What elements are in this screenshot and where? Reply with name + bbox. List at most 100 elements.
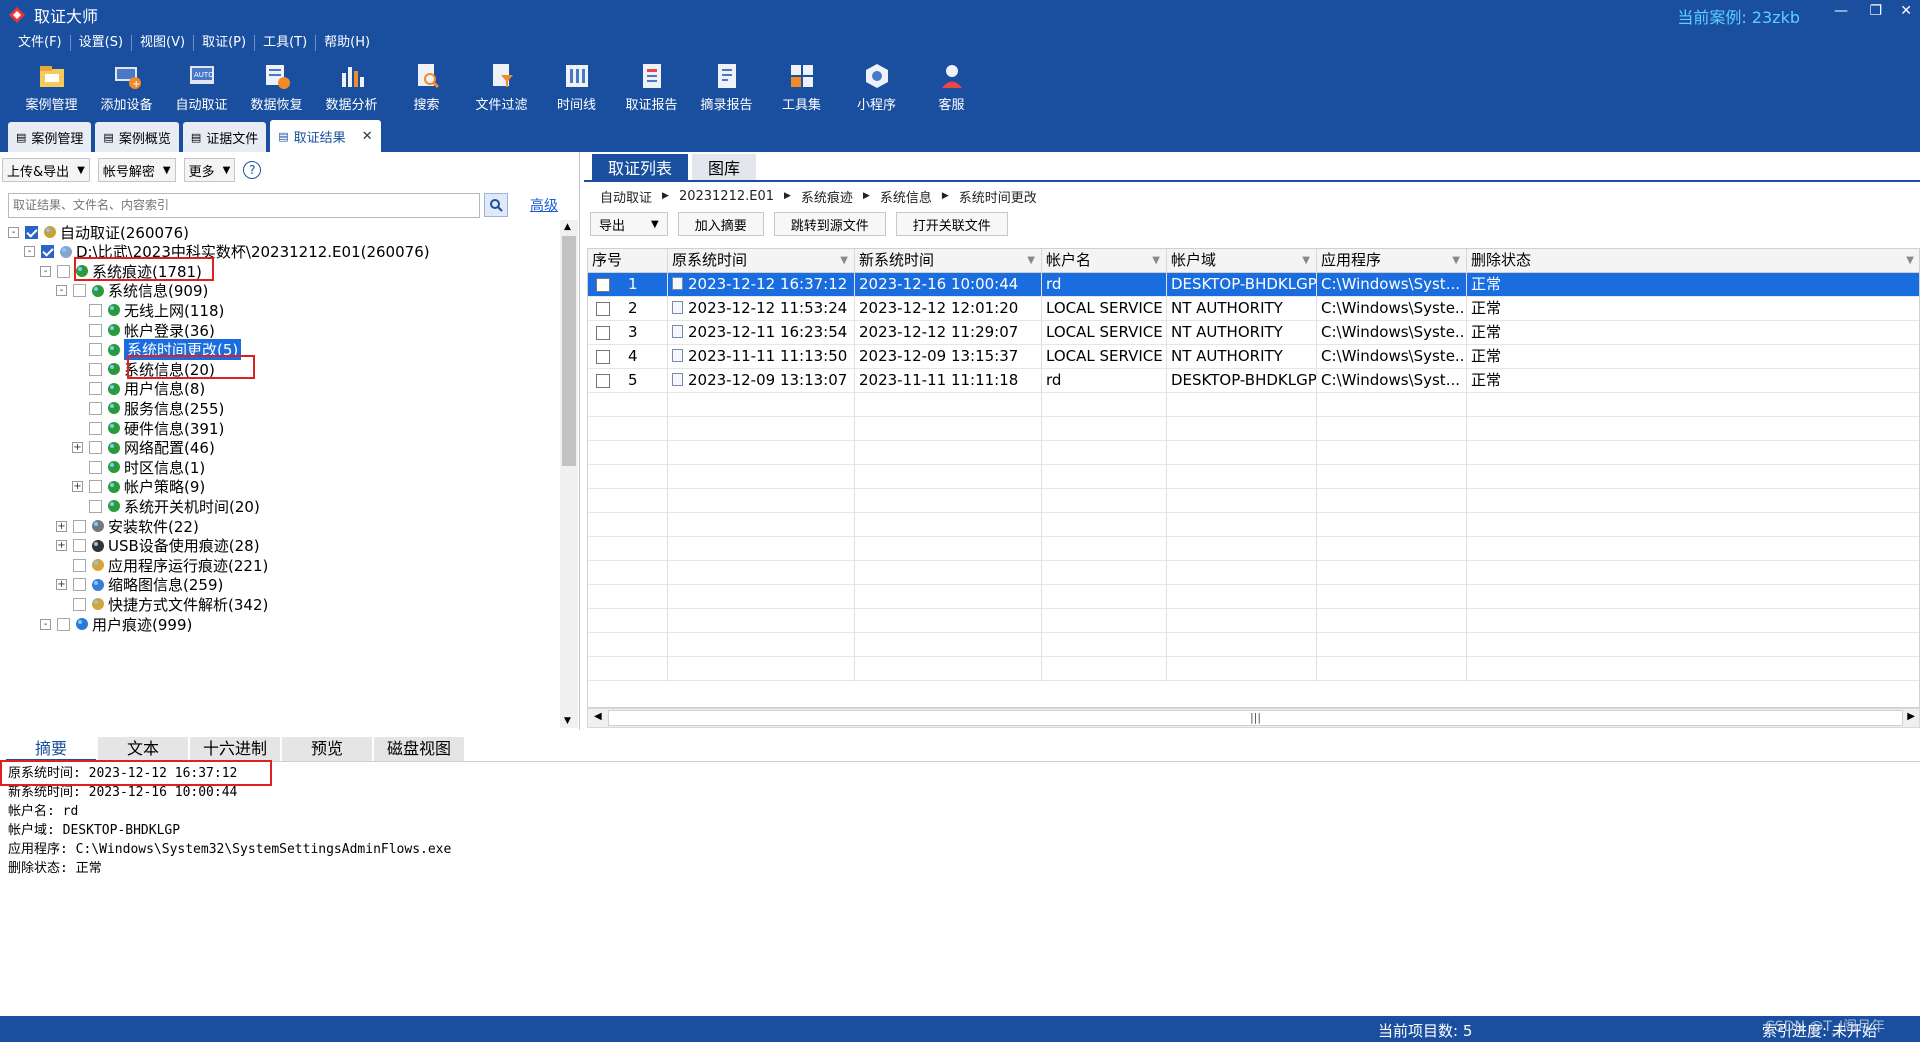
search-button[interactable] xyxy=(484,193,508,217)
grid-header-cell[interactable]: 新系统时间 ▼ xyxy=(855,249,1042,273)
restore-button[interactable]: ❐ xyxy=(1869,3,1882,19)
tree-checkbox[interactable] xyxy=(25,225,38,239)
tree-expander-icon[interactable]: - xyxy=(24,246,35,258)
tree-checkbox[interactable] xyxy=(57,617,70,631)
tree-checkbox[interactable] xyxy=(89,480,102,494)
tree-checkbox[interactable] xyxy=(89,343,102,357)
left-tool-dropdown[interactable]: 上传&导出 ▼ xyxy=(2,158,90,182)
doc-tab-4[interactable]: ▤ 取证结果 ✕ xyxy=(270,120,381,152)
breadcrumb-item[interactable]: 系统信息 xyxy=(880,187,932,206)
toolbar-button-7[interactable]: 文件过滤 xyxy=(464,57,539,119)
scroll-up-icon[interactable]: ▲ xyxy=(564,222,571,232)
menu-item[interactable]: 设置(S) xyxy=(71,31,131,55)
results-tab[interactable]: 取证列表 xyxy=(592,154,689,180)
tree-expander-icon[interactable]: - xyxy=(56,285,67,297)
grid-header-cell[interactable]: 删除状态 ▼ xyxy=(1467,249,1919,273)
table-row[interactable]: 1 2023-12-12 16:37:12 2023-12-16 10:00:44 r… xyxy=(588,273,1919,297)
tree-checkbox[interactable] xyxy=(89,441,102,455)
tree-expander-icon[interactable]: + xyxy=(56,520,67,532)
tree-checkbox[interactable] xyxy=(73,284,86,298)
tree-checkbox[interactable] xyxy=(73,539,86,553)
breadcrumb-item[interactable]: 系统时间更改 xyxy=(959,187,1037,206)
toolbar-button-4[interactable]: 数据恢复 xyxy=(239,57,314,119)
toolbar-button-8[interactable]: 时间线 xyxy=(539,57,614,119)
advanced-search-link[interactable]: 高级 xyxy=(530,195,558,215)
detail-tab[interactable]: 十六进制 xyxy=(190,737,280,761)
tree-checkbox[interactable] xyxy=(89,323,102,337)
doc-tab-2[interactable]: ▤ 案例概览 xyxy=(95,122,179,152)
detail-tab[interactable]: 文本 xyxy=(98,737,188,761)
row-checkbox[interactable] xyxy=(596,302,610,316)
table-row[interactable] xyxy=(588,393,1919,417)
grid-header-cell[interactable]: 序号 xyxy=(588,249,668,273)
toolbar-button-13[interactable]: 客服 xyxy=(914,57,989,119)
table-row[interactable] xyxy=(588,537,1919,561)
filter-icon[interactable]: ▼ xyxy=(1452,249,1460,272)
menu-item[interactable]: 工具(T) xyxy=(255,31,315,55)
table-row[interactable]: 3 2023-12-11 16:23:54 2023-12-12 11:29:07 L… xyxy=(588,321,1919,345)
tree-expander-icon[interactable]: - xyxy=(40,265,51,277)
table-row[interactable] xyxy=(588,441,1919,465)
results-tool-button[interactable]: 导出 ▼ xyxy=(590,212,668,236)
results-tool-button[interactable]: 跳转到源文件 xyxy=(773,212,886,236)
tree-checkbox[interactable] xyxy=(73,578,86,592)
filter-icon[interactable]: ▼ xyxy=(840,249,848,272)
grid-header-cell[interactable]: 帐户域 ▼ xyxy=(1167,249,1317,273)
filter-icon[interactable]: ▼ xyxy=(1152,249,1160,272)
tree-expander-icon[interactable]: + xyxy=(72,442,83,454)
scroll-thumb[interactable] xyxy=(562,236,576,466)
tree-checkbox[interactable] xyxy=(73,519,86,533)
table-row[interactable] xyxy=(588,633,1919,657)
toolbar-button-9[interactable]: 取证报告 xyxy=(614,57,689,119)
close-button[interactable]: ✕ xyxy=(1900,3,1912,19)
table-row[interactable] xyxy=(588,609,1919,633)
grid-horizontal-scrollbar[interactable]: ◀ ||| ▶ xyxy=(587,708,1920,728)
filter-icon[interactable]: ▼ xyxy=(1302,249,1310,272)
table-row[interactable] xyxy=(588,585,1919,609)
results-tool-button[interactable]: 加入摘要 xyxy=(677,212,764,236)
menu-item[interactable]: 视图(V) xyxy=(132,31,193,55)
filter-icon[interactable]: ▼ xyxy=(1027,249,1035,272)
table-row[interactable]: 2 2023-12-12 11:53:24 2023-12-12 12:01:20 L… xyxy=(588,297,1919,321)
grid-header-cell[interactable]: 应用程序 ▼ xyxy=(1317,249,1467,273)
tree-search-input[interactable] xyxy=(8,192,480,218)
table-row[interactable] xyxy=(588,513,1919,537)
help-icon[interactable]: ? xyxy=(243,161,262,179)
scroll-right-icon[interactable]: ▶ xyxy=(1907,711,1915,722)
tree-checkbox[interactable] xyxy=(89,401,102,415)
tree-checkbox[interactable] xyxy=(89,382,102,396)
table-row[interactable] xyxy=(588,489,1919,513)
breadcrumb-item[interactable]: 自动取证 xyxy=(600,187,652,206)
tree-expander-icon[interactable]: + xyxy=(56,579,67,591)
toolbar-button-12[interactable]: 小程序 xyxy=(839,57,914,119)
tree-checkbox[interactable] xyxy=(89,499,102,513)
menu-item[interactable]: 取证(P) xyxy=(194,31,254,55)
tree-expander-icon[interactable]: - xyxy=(40,618,51,630)
tree-checkbox[interactable] xyxy=(73,558,86,572)
hscroll-thumb[interactable]: ||| xyxy=(608,710,1903,726)
doc-tab-1[interactable]: ▤ 案例管理 xyxy=(8,122,92,152)
grid-header-cell[interactable]: 原系统时间 ▼ xyxy=(668,249,855,273)
tree-expander-icon[interactable]: + xyxy=(56,540,67,552)
tree-checkbox[interactable] xyxy=(89,460,102,474)
toolbar-button-5[interactable]: 数据分析 xyxy=(314,57,389,119)
filter-icon[interactable]: ▼ xyxy=(1906,249,1914,272)
detail-tab[interactable]: 磁盘视图 xyxy=(374,737,464,761)
row-checkbox[interactable] xyxy=(596,374,610,388)
left-tool-dropdown[interactable]: 更多 ▼ xyxy=(183,158,236,182)
tree-checkbox[interactable] xyxy=(89,421,102,435)
minimize-button[interactable]: — xyxy=(1834,3,1848,19)
tree-checkbox[interactable] xyxy=(89,362,102,376)
row-checkbox[interactable] xyxy=(596,326,610,340)
grid-header-cell[interactable]: 帐户名 ▼ xyxy=(1042,249,1167,273)
close-tab-icon[interactable]: ✕ xyxy=(362,129,373,144)
toolbar-button-1[interactable]: 案例管理 xyxy=(14,57,89,119)
toolbar-button-11[interactable]: 工具集 xyxy=(764,57,839,119)
tree-checkbox[interactable] xyxy=(89,303,102,317)
menu-item[interactable]: 文件(F) xyxy=(10,31,70,55)
toolbar-button-2[interactable]: + 添加设备 xyxy=(89,57,164,119)
tree-vertical-scrollbar[interactable]: ▲ ▼ xyxy=(560,220,578,728)
toolbar-button-10[interactable]: 摘录报告 xyxy=(689,57,764,119)
tree-expander-icon[interactable]: + xyxy=(72,481,83,493)
tree-expander-icon[interactable]: - xyxy=(8,226,19,238)
